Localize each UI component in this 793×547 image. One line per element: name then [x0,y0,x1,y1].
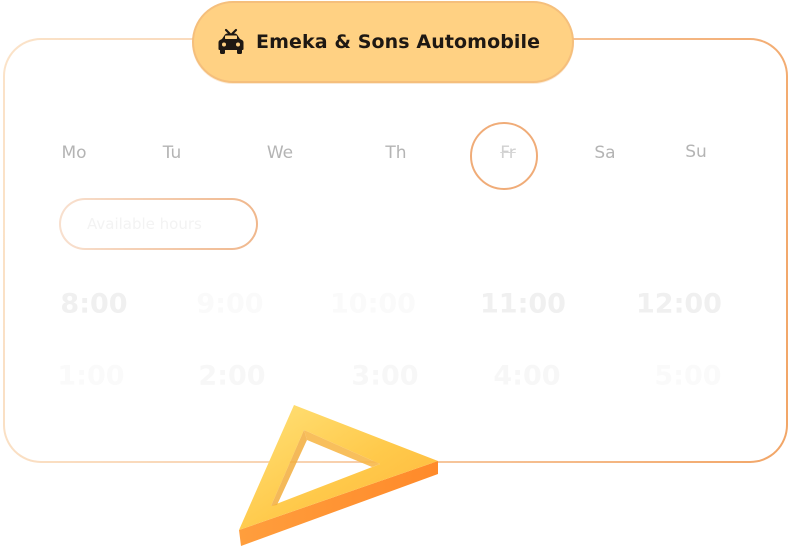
available-hours-label: Available hours [87,215,202,233]
business-title-badge: Emeka & Sons Automobile [192,1,574,83]
available-hours-pill: Available hours [59,198,258,250]
booking-widget: Emeka & Sons Automobile Mo Tu We Th Fr S… [0,0,793,547]
time-slot-9-00[interactable]: 9:00 [196,289,263,320]
time-slot-8-00[interactable]: 8:00 [60,289,127,320]
weekday-mo[interactable]: Mo [61,143,86,163]
time-slot-12-00[interactable]: 12:00 [636,289,722,320]
time-slot-4-00[interactable]: 4:00 [493,361,560,392]
weekday-th[interactable]: Th [385,143,406,163]
time-slot-2-00[interactable]: 2:00 [198,361,265,392]
time-slot-3-00[interactable]: 3:00 [351,361,418,392]
decorative-triangle-graphic [239,405,438,546]
time-slot-11-00[interactable]: 11:00 [480,289,566,320]
business-name: Emeka & Sons Automobile [256,31,541,53]
time-slot-1-00[interactable]: 1:00 [57,361,124,392]
weekday-tu[interactable]: Tu [163,143,182,163]
weekday-fr[interactable]: Fr [500,143,516,163]
car-icon [216,28,246,56]
weekday-su[interactable]: Su [685,142,707,162]
weekday-sa[interactable]: Sa [594,143,615,163]
time-slot-5-00[interactable]: 5:00 [654,361,721,392]
weekday-we[interactable]: We [267,143,293,163]
time-slot-10-00[interactable]: 10:00 [330,289,416,320]
